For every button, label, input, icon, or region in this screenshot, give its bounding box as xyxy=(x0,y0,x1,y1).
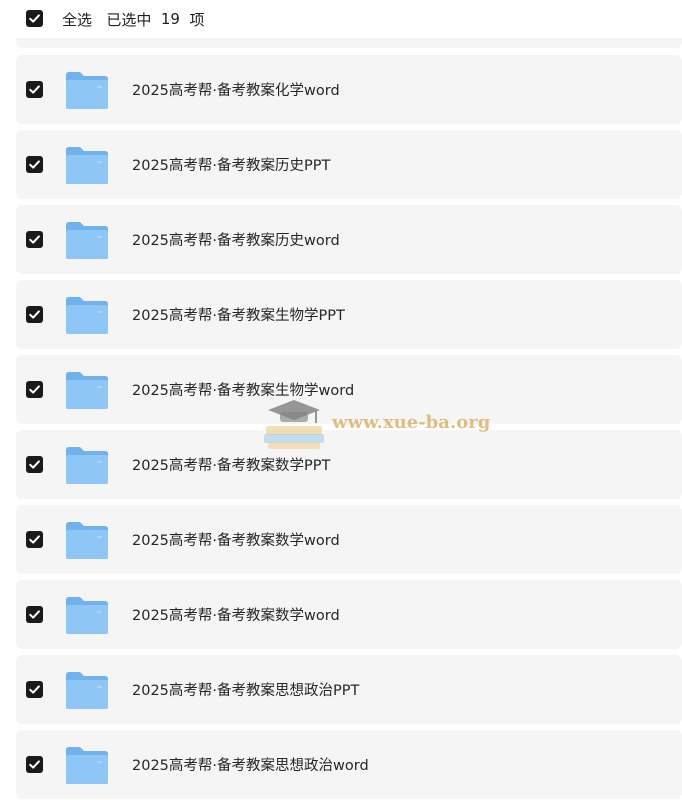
file-name[interactable]: 2025高考帮·备考教案数学PPT xyxy=(132,430,330,499)
file-name[interactable]: 2025高考帮·备考教案化学word xyxy=(132,55,340,124)
selected-suffix: 项 xyxy=(189,10,205,29)
folder-icon xyxy=(66,447,108,484)
folder-icon xyxy=(66,672,108,709)
file-checkbox[interactable] xyxy=(26,756,43,773)
file-row[interactable]: 2025高考帮·备考教案思想政治word xyxy=(16,730,682,799)
file-name[interactable]: 2025高考帮·备考教案生物学word xyxy=(132,355,354,424)
file-row[interactable]: 2025高考帮·备考教案历史PPT xyxy=(16,130,682,199)
folder-icon xyxy=(66,222,108,259)
checkmark-icon xyxy=(29,14,40,23)
file-name[interactable]: 2025高考帮·备考教案历史PPT xyxy=(132,130,330,199)
file-checkbox[interactable] xyxy=(26,156,43,173)
folder-icon xyxy=(66,297,108,334)
selection-header: 全选 已选中 19 项 xyxy=(0,0,682,38)
file-row[interactable]: 2025高考帮·备考教案数学word xyxy=(16,580,682,649)
file-row[interactable]: 2025高考帮·备考教案数学PPT xyxy=(16,430,682,499)
file-row[interactable]: 2025高考帮·备考教案化学word xyxy=(16,55,682,124)
checkmark-icon xyxy=(29,85,40,94)
file-checkbox[interactable] xyxy=(26,231,43,248)
file-name[interactable]: 2025高考帮·备考教案思想政治PPT xyxy=(132,655,359,724)
file-checkbox[interactable] xyxy=(26,681,43,698)
file-checkbox[interactable] xyxy=(26,531,43,548)
checkmark-icon xyxy=(29,685,40,694)
checkmark-icon xyxy=(29,310,40,319)
selection-summary: 全选 已选中 19 项 xyxy=(62,0,205,38)
header-divider xyxy=(16,38,682,48)
checkmark-icon xyxy=(29,610,40,619)
select-all-checkbox[interactable] xyxy=(26,10,43,27)
file-row[interactable]: 2025高考帮·备考教案生物学word xyxy=(16,355,682,424)
checkmark-icon xyxy=(29,460,40,469)
folder-icon xyxy=(66,597,108,634)
file-selection-page: 全选 已选中 19 项 2025高考帮·备考教案化学word 2025高考帮·备考… xyxy=(0,0,682,800)
file-checkbox[interactable] xyxy=(26,381,43,398)
file-row[interactable]: 2025高考帮·备考教案数学word xyxy=(16,505,682,574)
file-name[interactable]: 2025高考帮·备考教案数学word xyxy=(132,580,340,649)
checkmark-icon xyxy=(29,385,40,394)
file-row[interactable]: 2025高考帮·备考教案生物学PPT xyxy=(16,280,682,349)
file-row[interactable]: 2025高考帮·备考教案历史word xyxy=(16,205,682,274)
file-checkbox[interactable] xyxy=(26,81,43,98)
folder-icon xyxy=(66,522,108,559)
folder-icon xyxy=(66,747,108,784)
file-checkbox[interactable] xyxy=(26,456,43,473)
file-name[interactable]: 2025高考帮·备考教案历史word xyxy=(132,205,340,274)
file-checkbox[interactable] xyxy=(26,306,43,323)
checkmark-icon xyxy=(29,235,40,244)
file-row[interactable]: 2025高考帮·备考教案思想政治PPT xyxy=(16,655,682,724)
file-list: 2025高考帮·备考教案化学word 2025高考帮·备考教案历史PPT 2025高… xyxy=(16,55,682,800)
checkmark-icon xyxy=(29,760,40,769)
select-all-label[interactable]: 全选 xyxy=(62,9,92,30)
checkmark-icon xyxy=(29,535,40,544)
selected-count: 19 xyxy=(160,10,180,28)
folder-icon xyxy=(66,72,108,109)
file-name[interactable]: 2025高考帮·备考教案思想政治word xyxy=(132,730,369,799)
folder-icon xyxy=(66,372,108,409)
selected-prefix: 已选中 xyxy=(106,10,152,29)
file-checkbox[interactable] xyxy=(26,606,43,623)
file-name[interactable]: 2025高考帮·备考教案数学word xyxy=(132,505,340,574)
file-name[interactable]: 2025高考帮·备考教案生物学PPT xyxy=(132,280,345,349)
folder-icon xyxy=(66,147,108,184)
checkmark-icon xyxy=(29,160,40,169)
